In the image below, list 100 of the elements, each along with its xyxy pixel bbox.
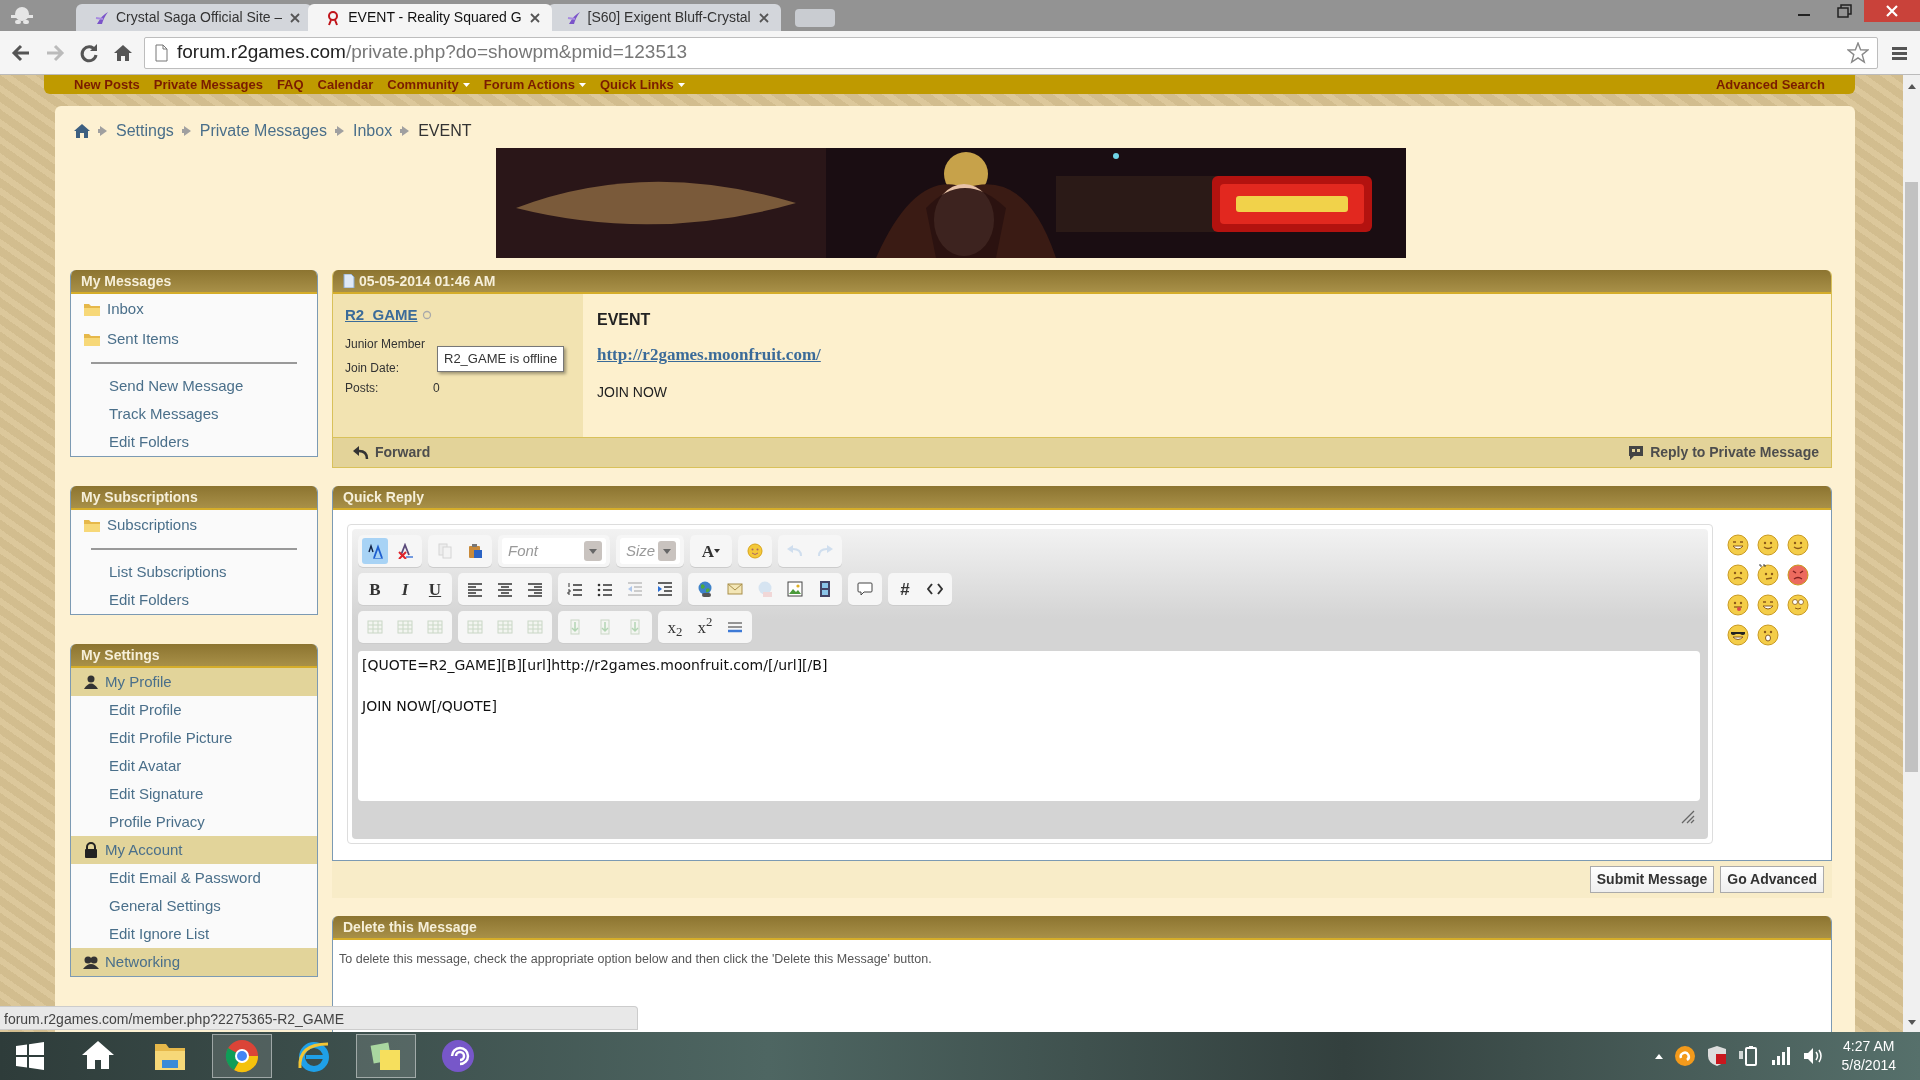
removeformat-icon: [397, 543, 413, 559]
shield-icon[interactable]: [1705, 1045, 1728, 1067]
resize-grip-icon[interactable]: [1680, 809, 1696, 825]
undo-icon: [787, 543, 803, 559]
submit-button[interactable]: Submit Message: [1589, 866, 1715, 893]
clock[interactable]: 4:27 AM 5/8/2014: [1841, 1037, 1896, 1075]
tray-arrow-icon[interactable]: [1653, 1052, 1664, 1060]
sidebar-link[interactable]: List Subscriptions: [71, 558, 317, 586]
signal-icon[interactable]: [1769, 1045, 1792, 1067]
folder-icon: [83, 301, 101, 317]
toolbar-button[interactable]: x$^{2}$: [692, 614, 718, 640]
sidebar-link[interactable]: Sent Items: [107, 327, 179, 351]
nav-link[interactable]: Quick Links: [600, 78, 685, 91]
dropdown[interactable]: Size: [620, 538, 680, 564]
scrollbar[interactable]: [1903, 75, 1920, 1032]
sidebar-link[interactable]: Track Messages: [71, 400, 317, 428]
username-link[interactable]: R2_GAME: [345, 304, 418, 327]
breadcrumb-link[interactable]: Settings: [116, 119, 174, 143]
status-url: forum.r2games.com/member.php?2275365-R2_GAME: [0, 1006, 638, 1030]
dropdown[interactable]: Font: [502, 538, 606, 564]
sidebar-link[interactable]: Edit Signature: [71, 780, 317, 808]
swirl-icon: [440, 1038, 476, 1074]
join-date-label: Join Date:: [345, 359, 401, 377]
advanced-search-link[interactable]: Advanced Search: [1715, 78, 1825, 91]
panel-header: Delete this Message: [333, 916, 1831, 940]
sidebar-link[interactable]: Inbox: [107, 297, 144, 321]
sidebar-link[interactable]: Send New Message: [71, 372, 317, 400]
speech-bubble-icon: [1628, 444, 1645, 461]
message-title: EVENT: [597, 310, 652, 330]
caret-icon[interactable]: [589, 548, 597, 554]
panel-header: My Messages: [71, 270, 317, 294]
sidebar-link[interactable]: Edit Ignore List: [71, 920, 317, 948]
home-icon[interactable]: [74, 123, 90, 139]
go-advanced-button[interactable]: Go Advanced: [1720, 866, 1824, 893]
image-icon: [787, 581, 803, 597]
tray-app-icon[interactable]: [1673, 1045, 1696, 1067]
quote-icon: [857, 581, 873, 597]
sidebar-link[interactable]: Profile Privacy: [71, 808, 317, 836]
star-icon[interactable]: [1847, 41, 1869, 64]
column-icon: [597, 619, 613, 635]
column-icon: [627, 619, 643, 635]
smiley-icon[interactable]: [1727, 624, 1749, 646]
sidebar-link[interactable]: Edit Folders: [71, 428, 317, 456]
separator-icon: [400, 124, 411, 138]
table-icon: [467, 619, 483, 635]
close-button[interactable]: [1864, 0, 1920, 22]
browser-icon: [224, 1038, 260, 1074]
caret-icon: [579, 82, 586, 87]
video-icon: [817, 581, 833, 597]
nav-link[interactable]: FAQ: [276, 78, 304, 91]
sidebar-link[interactable]: Edit Profile: [71, 696, 317, 724]
sidebar-link[interactable]: Edit Folders: [71, 586, 317, 614]
panel-header: My Settings: [71, 644, 317, 668]
toolbar-button[interactable]: U: [422, 576, 448, 602]
rule-icon: [727, 619, 743, 635]
smiley-icon: [747, 543, 763, 559]
reply-link[interactable]: Reply to Private Message: [1628, 442, 1819, 463]
table-icon: [527, 619, 543, 635]
toolbar-button[interactable]: x$_{2}$: [662, 614, 688, 640]
windows-logo-icon: [16, 1042, 44, 1070]
sidebar-link[interactable]: Subscriptions: [107, 513, 198, 537]
nav-link[interactable]: New Posts: [74, 78, 140, 91]
breadcrumb-link[interactable]: Private Messages: [199, 119, 327, 143]
panel-header: Quick Reply: [333, 486, 1831, 510]
sidebar-link[interactable]: Edit Email & Password: [71, 864, 317, 892]
message-link[interactable]: http://r2games.moonfruit.com/: [597, 342, 821, 368]
table-icon: [427, 619, 443, 635]
browser-tab[interactable]: EVENT - Reality Squared G: [308, 4, 552, 31]
scroll-down-icon[interactable]: [1906, 1019, 1917, 1026]
caret-icon: [677, 82, 685, 87]
nav-link[interactable]: Community: [387, 78, 470, 91]
forward-link[interactable]: Forward: [353, 442, 431, 463]
sidebar-link[interactable]: General Settings: [71, 892, 317, 920]
posts-count: 0: [433, 379, 440, 397]
sidebar-link[interactable]: Edit Profile Picture: [71, 724, 317, 752]
nav-link[interactable]: Calendar: [317, 78, 374, 91]
copy-icon: [437, 543, 453, 559]
message-textarea[interactable]: [QUOTE=R2_GAME][B][url]http://r2games.moonfruit.com/[/url][/B] JOIN NOW[/QUOTE]: [358, 651, 1700, 801]
close-icon[interactable]: [756, 10, 771, 25]
caret-icon[interactable]: [663, 548, 671, 554]
toolbar-button[interactable]: B: [362, 576, 388, 602]
close-icon[interactable]: [288, 10, 303, 25]
taskbar-app[interactable]: [212, 1034, 272, 1078]
taskbar-app[interactable]: [356, 1034, 416, 1078]
scroll-up-icon[interactable]: [1906, 83, 1917, 90]
toolbar-button[interactable]: I: [392, 576, 418, 602]
close-icon[interactable]: [527, 10, 542, 25]
nav-link[interactable]: Forum Actions: [483, 78, 586, 91]
breadcrumb-link[interactable]: Inbox: [353, 119, 393, 143]
feather-icon: [565, 9, 582, 26]
redo-icon: [817, 543, 833, 559]
sidebar-link[interactable]: Edit Avatar: [71, 752, 317, 780]
posts-label: Posts:: [345, 379, 380, 397]
person-icon: [83, 674, 99, 690]
battery-icon[interactable]: [1737, 1045, 1760, 1067]
incognito-icon: [8, 5, 36, 27]
nav-link[interactable]: Private Messages: [153, 78, 263, 91]
indent-icon: [657, 581, 673, 597]
address-field[interactable]: forum.r2games.com/private.php?do=showpm&pmid=123513: [144, 36, 1878, 69]
smiley-icon[interactable]: [1787, 564, 1809, 586]
